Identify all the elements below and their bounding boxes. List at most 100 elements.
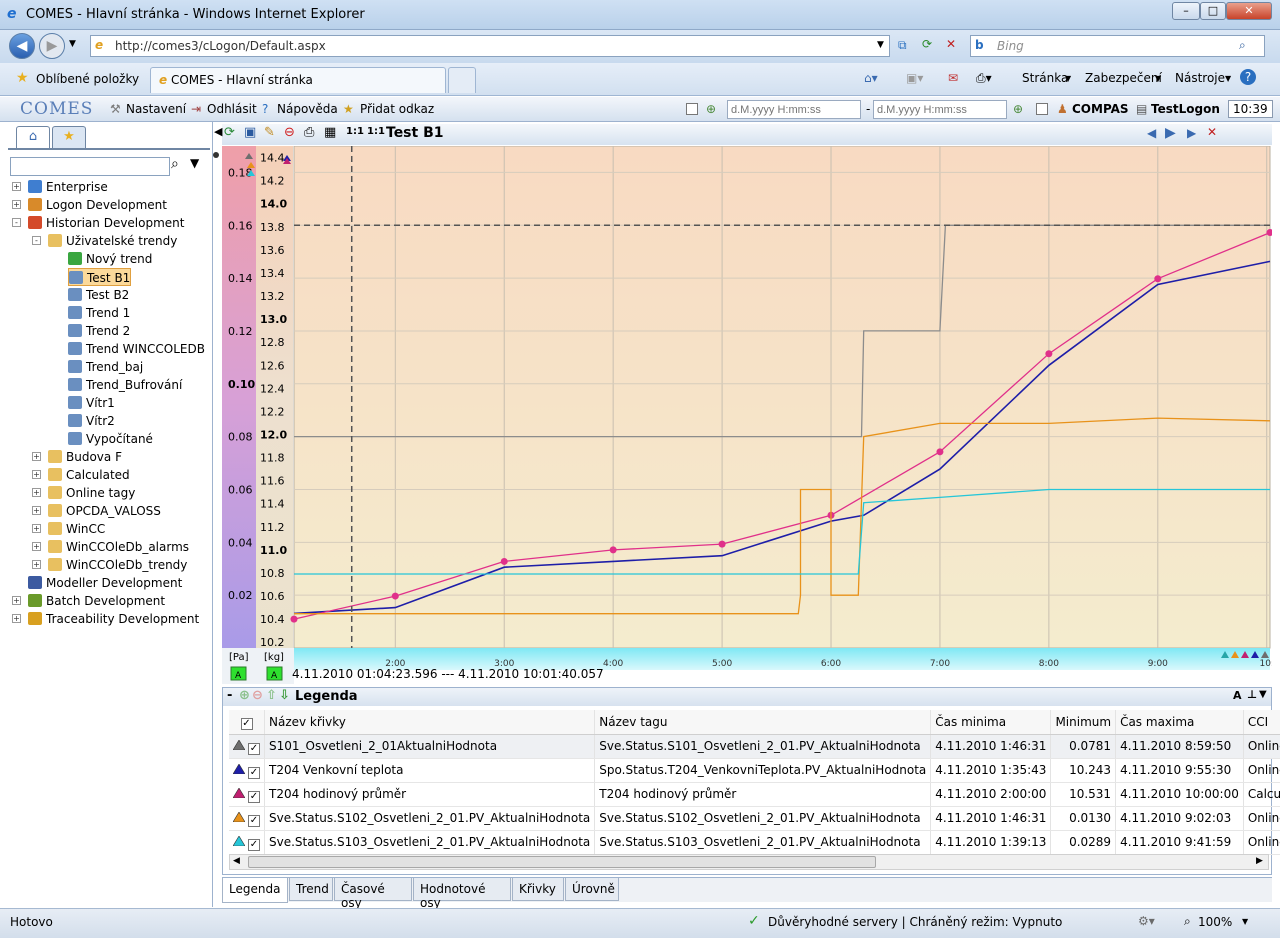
tab-comes[interactable]: e COMES - Hlavní stránka <box>150 67 446 93</box>
curve-visible-checkbox[interactable]: ✓ <box>248 790 260 803</box>
col-cci[interactable]: CCI <box>1243 710 1280 735</box>
close-button[interactable]: ✕ <box>1226 2 1272 20</box>
legend-row[interactable]: ✓ Sve.Status.S103_Osvetleni_2_01.PV_Aktua… <box>229 830 1280 855</box>
collapse-icon[interactable]: - <box>12 218 21 227</box>
curve-visible-checkbox[interactable]: ✓ <box>248 742 260 755</box>
scroll-left-icon[interactable]: ◀ <box>233 856 240 866</box>
col-curve-name[interactable]: Název křivky <box>264 710 596 735</box>
tree-node[interactable]: Trend_baj <box>68 358 143 376</box>
tree-node[interactable]: Enterprise <box>28 178 108 196</box>
mail-icon[interactable]: ✉ <box>948 71 958 85</box>
expand-icon[interactable]: + <box>32 452 41 461</box>
bottom-tab[interactable]: Hodnotové osy <box>413 878 511 910</box>
addons-icon[interactable]: ⚙▾ <box>1138 914 1155 928</box>
home-icon[interactable]: ⌂▾ <box>864 71 878 85</box>
legend-row[interactable]: ✓ S101_Osvetleni_2_01AktualniHodnota Sve.S… <box>229 734 1280 759</box>
expand-icon[interactable]: + <box>32 488 41 497</box>
bottom-tab[interactable]: Trend <box>289 878 333 901</box>
tree-search-input[interactable] <box>10 157 170 176</box>
zoom-dropdown-icon[interactable]: ▼ <box>1242 917 1248 926</box>
row-select-cell[interactable]: ✓ <box>229 758 265 783</box>
collapse-icon[interactable]: ◀ <box>214 125 222 138</box>
row-select-cell[interactable]: ✓ <box>229 734 265 759</box>
forward-button[interactable]: ▶ <box>39 33 65 59</box>
search-icon[interactable]: ⌕ <box>1239 38 1246 53</box>
curve-visible-checkbox[interactable]: ✓ <box>248 766 260 779</box>
bottom-tab[interactable]: Úrovně <box>565 878 619 901</box>
delete-icon[interactable]: ⊖ <box>284 125 295 140</box>
sidebar-tab-favorites[interactable]: ★ <box>52 126 86 148</box>
col-min-time[interactable]: Čas minima <box>930 710 1052 735</box>
edit-icon[interactable]: ✎ <box>264 125 275 140</box>
font-size-icon[interactable]: A <box>1233 689 1242 702</box>
row-select-cell[interactable]: ✓ <box>229 782 265 807</box>
tree-node[interactable]: WinCCOleDb_trendy <box>48 556 187 574</box>
search-input[interactable]: b Bing ⌕ <box>970 35 1265 57</box>
tools-menu[interactable]: Nástroje <box>1175 71 1225 85</box>
tree-filter-icon[interactable]: ▼ <box>190 156 199 170</box>
date-to-input[interactable] <box>873 100 1007 119</box>
collapse-icon[interactable]: - <box>32 236 41 245</box>
tree-node[interactable]: Test B1 <box>68 268 132 286</box>
series-point[interactable] <box>290 615 298 623</box>
zoom-level[interactable]: 100% <box>1198 915 1232 929</box>
scroll-thumb[interactable] <box>248 856 876 868</box>
zone-status[interactable]: Důvěryhodné servery | Chráněný režim: Vy… <box>768 915 1062 929</box>
scroll-right-icon[interactable]: ▶ <box>1256 856 1263 866</box>
play-icon[interactable]: ▶ <box>1165 125 1176 141</box>
series-point[interactable] <box>391 592 399 600</box>
tree-node[interactable]: Modeller Development <box>28 574 182 592</box>
tree-node[interactable]: Traceability Development <box>28 610 199 628</box>
legend-menu-icon[interactable]: ▼ <box>1259 689 1267 700</box>
security-menu[interactable]: Zabezpečení <box>1085 71 1162 85</box>
date-apply-icon[interactable]: ⊕ <box>706 102 716 116</box>
tree-node[interactable]: Vítr2 <box>68 412 115 430</box>
help-menu[interactable]: Nápověda <box>277 102 338 116</box>
expand-icon[interactable]: + <box>12 200 21 209</box>
series-point[interactable] <box>718 540 726 548</box>
tree-node[interactable]: Trend_Bufrování <box>68 376 182 394</box>
tree-node[interactable]: Calculated <box>48 466 130 484</box>
move-up-icon[interactable]: ⇧ <box>266 688 277 703</box>
add-link-menu[interactable]: Přidat odkaz <box>360 102 434 116</box>
date-from-input[interactable] <box>727 100 861 119</box>
expand-icon[interactable]: + <box>32 506 41 515</box>
tree-node[interactable]: Test B2 <box>68 286 129 304</box>
series-point[interactable] <box>609 546 617 554</box>
legend-row[interactable]: ✓ T204 Venkovní teplota Spo.Status.T204_Ve… <box>229 758 1280 783</box>
col-max-time[interactable]: Čas maxima <box>1115 710 1244 735</box>
print-trend-icon[interactable]: ⎙ <box>304 125 314 140</box>
minimize-button[interactable]: – <box>1172 2 1200 20</box>
col-tag-name[interactable]: Název tagu <box>594 710 932 735</box>
series-point[interactable] <box>936 448 944 456</box>
tree-node[interactable]: Historian Development <box>28 214 184 232</box>
expand-icon[interactable]: + <box>32 470 41 479</box>
expand-icon[interactable]: + <box>12 614 21 623</box>
auto-refresh-checkbox[interactable] <box>1036 103 1048 115</box>
date-filter-checkbox[interactable] <box>686 103 698 115</box>
remove-curve-icon[interactable]: ⊖ <box>252 688 263 703</box>
user-name[interactable]: COMPAS <box>1072 102 1129 116</box>
expand-icon[interactable]: + <box>12 182 21 191</box>
tree-node[interactable]: Vypočítané <box>68 430 153 448</box>
tree-node[interactable]: WinCCOleDb_alarms <box>48 538 189 556</box>
select-all-checkbox[interactable]: ✓ <box>240 718 253 731</box>
favorites-button[interactable]: Oblíbené položky <box>36 72 139 86</box>
tree-node[interactable]: Vítr1 <box>68 394 115 412</box>
tree-node[interactable]: Trend WINCCOLEDB <box>68 340 205 358</box>
series-point[interactable] <box>1045 350 1053 358</box>
compat-view-icon[interactable]: ⧉ <box>898 38 907 53</box>
logon-name[interactable]: TestLogon <box>1151 102 1220 116</box>
series-point[interactable] <box>500 557 508 565</box>
scale-x-icon[interactable]: 1:1 <box>346 126 364 137</box>
export-icon[interactable]: ▦ <box>324 125 336 140</box>
tree-node[interactable]: OPCDA_VALOSS <box>48 502 161 520</box>
help-icon[interactable]: ? <box>1240 69 1256 85</box>
row-select-cell[interactable]: ✓ <box>229 806 265 831</box>
prev-page-icon[interactable]: ◀ <box>1147 126 1156 140</box>
sidebar-splitter-dot[interactable] <box>213 152 219 158</box>
pin-icon[interactable]: ⊥ <box>1247 688 1257 701</box>
back-button[interactable]: ◀ <box>9 33 35 59</box>
series-point[interactable] <box>1154 275 1162 283</box>
expand-icon[interactable]: + <box>32 542 41 551</box>
